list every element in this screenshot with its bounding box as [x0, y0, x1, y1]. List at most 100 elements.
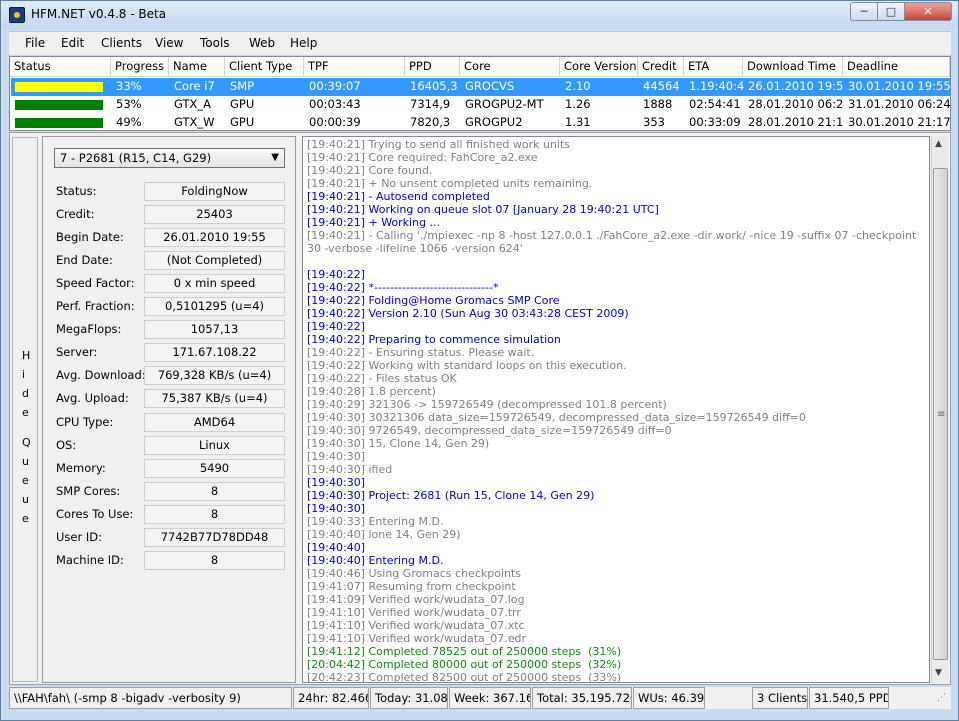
log-line: [19:40:30] 9726549, decompressed_data_si… — [307, 424, 672, 437]
column-header-credit[interactable]: Credit — [638, 57, 684, 77]
deadline-cell: 30.01.2010 21:17 — [848, 115, 951, 129]
core-version-cell: 2.10 — [565, 79, 591, 93]
log-line: [19:40:30] Project: 2681 (Run 15, Clone … — [307, 489, 595, 502]
hide-queue-letter: e — [22, 406, 29, 419]
megaflops-label: MegaFlops: — [56, 322, 122, 337]
table-row[interactable]: 33% Core i7 SMP 00:39:07 16405,3 GROCVS 2.10 44… — [11, 78, 951, 96]
log-line: [19:40:22] - Ensuring status. Please wai… — [307, 346, 535, 359]
window-title: HFM.NET v0.4.8 - Beta — [31, 7, 167, 21]
progress-cell: 53% — [116, 97, 142, 111]
hide-queue-letter: d — [22, 387, 29, 400]
hide-queue-letter: u — [22, 455, 29, 468]
log-line: [19:40:28] 1.8 percent) — [307, 385, 436, 398]
log-line: [19:40:21] - Calling './mpiexec -np 8 -h… — [307, 229, 920, 255]
core-cell: GROGPU2 — [465, 115, 523, 129]
menu-help[interactable]: Help — [290, 36, 317, 50]
title-bar[interactable]: HFM.NET v0.4.8 - Beta ─ □ ✕ — [1, 1, 958, 29]
hide-queue-letter: u — [22, 493, 29, 506]
client-type-cell: SMP — [230, 79, 255, 93]
log-viewer[interactable]: [19:40:21] Trying to send all finished w… — [302, 136, 930, 683]
queue-panel: 7 - P2681 (R15, C14, G29) ▼ Status: Foldi… — [42, 136, 296, 683]
avg-download-value: 769,328 KB/s (u=4) — [144, 366, 285, 386]
name-cell: Core i7 — [174, 79, 215, 93]
log-scrollbar[interactable]: ▲ ≡ ▼ — [931, 136, 948, 683]
status-cell — [11, 114, 112, 132]
end-date-label: End Date: — [56, 253, 113, 268]
column-header-core-version[interactable]: Core Version — [560, 57, 638, 77]
column-header-eta[interactable]: ETA — [684, 57, 743, 77]
menu-file[interactable]: File — [25, 36, 45, 50]
column-header-deadline[interactable]: Deadline — [843, 57, 950, 77]
column-header-ppd[interactable]: PPD — [405, 57, 460, 77]
menu-tools[interactable]: Tools — [200, 36, 230, 50]
machine-id-value: 8 — [144, 550, 285, 570]
hide-queue-letter: H — [22, 349, 31, 362]
log-line: [19:41:12] Completed 78525 out of 250000… — [307, 645, 622, 658]
column-header-name[interactable]: Name — [169, 57, 225, 77]
menu-edit[interactable]: Edit — [61, 36, 84, 50]
hide-queue-letter: e — [22, 512, 29, 525]
scroll-up-icon[interactable]: ▲ — [935, 139, 942, 149]
status-indicator — [15, 82, 103, 92]
log-line: [19:41:07] Resuming from checkpoint — [307, 580, 516, 593]
log-line: [20:04:42] Completed 80000 out of 250000… — [307, 658, 622, 671]
status-total: Total: 35.195.726 — [532, 687, 632, 709]
cores-to-use-value: 8 — [144, 504, 285, 524]
hide-queue-letter: i — [22, 368, 26, 381]
queue-entry-select[interactable]: 7 - P2681 (R15, C14, G29) ▼ — [54, 148, 285, 168]
table-row[interactable]: 53% GTX_A GPU 00:03:43 7314,9 GROGPU2-MT 1.26 1… — [11, 96, 951, 114]
ppd-cell: 7820,3 — [410, 115, 451, 129]
status-week: Week: 367.163 — [449, 687, 531, 709]
maximize-button[interactable]: □ — [877, 2, 905, 21]
end-date-value: (Not Completed) — [144, 251, 285, 271]
credit-value: 25403 — [144, 205, 285, 225]
scroll-down-icon[interactable]: ▼ — [935, 668, 942, 678]
speed-factor-value: 0 x min speed — [144, 274, 285, 294]
log-line: [19:40:22] *----------------------------… — [307, 281, 499, 294]
name-cell: GTX_W — [174, 115, 215, 129]
avg-upload-label: Avg. Upload: — [56, 391, 129, 406]
menu-view[interactable]: View — [155, 36, 183, 50]
menu-web[interactable]: Web — [249, 36, 275, 50]
machine-id-label: Machine ID: — [56, 552, 124, 567]
minimize-button[interactable]: ─ — [850, 2, 878, 21]
status-wus: WUs: 46.397 — [633, 687, 705, 709]
log-line: [19:40:30] — [307, 450, 365, 463]
menu-clients[interactable]: Clients — [101, 36, 142, 50]
log-line: [19:40:22] - Files status OK — [307, 372, 457, 385]
perf-fraction-value: 0,5101295 (u=4) — [144, 297, 285, 317]
megaflops-value: 1057,13 — [144, 320, 285, 340]
credit-cell: 1888 — [643, 97, 673, 111]
close-button[interactable]: ✕ — [904, 2, 952, 21]
hide-queue-letter: Q — [22, 436, 31, 449]
log-line: [19:40:30] ified — [307, 463, 393, 476]
cores-to-use-label: Cores To Use: — [56, 506, 134, 521]
column-header-status[interactable]: Status — [10, 57, 111, 77]
log-line: [19:40:22] Folding@Home Gromacs SMP Core — [307, 294, 560, 307]
progress-cell: 33% — [116, 79, 142, 93]
log-line: [19:40:22] Preparing to commence simulat… — [307, 333, 561, 346]
memory-value: 5490 — [144, 458, 285, 478]
details-pane: HideQueue 7 - P2681 (R15, C14, G29) ▼ St… — [9, 132, 951, 685]
log-line: [19:40:21] + Working ... — [307, 216, 441, 229]
avg-download-label: Avg. Download: — [56, 368, 146, 383]
column-header-client-type[interactable]: Client Type — [225, 57, 304, 77]
smp-cores-value: 8 — [144, 481, 285, 501]
core-version-cell: 1.31 — [565, 115, 591, 129]
log-line: [19:40:46] Using Gromacs checkpoints — [307, 567, 522, 580]
log-line: [19:40:21] Trying to send all finished w… — [307, 138, 571, 151]
dropdown-arrow-icon: ▼ — [271, 152, 279, 163]
column-header-progress[interactable]: Progress — [111, 57, 169, 77]
log-line: [19:41:10] Verified work/wudata_07.xtc — [307, 619, 525, 632]
column-header-download-time[interactable]: Download Time — [743, 57, 843, 77]
resize-grip-icon[interactable]: ⋰ — [937, 693, 951, 707]
grip-icon: ≡ — [937, 409, 946, 420]
name-cell: GTX_A — [174, 97, 212, 111]
ppd-cell: 16405,3 — [410, 79, 458, 93]
column-header-tpf[interactable]: TPF — [304, 57, 405, 77]
hide-queue-button[interactable]: HideQueue — [12, 137, 38, 682]
table-row[interactable]: 49% GTX_W GPU 00:00:39 7820,3 GROGPU2 1.31 353 0… — [11, 114, 951, 132]
column-header-core[interactable]: Core — [460, 57, 560, 77]
scrollbar-thumb[interactable]: ≡ — [933, 168, 948, 660]
download-time-cell: 28.01.2010 06:24 — [748, 97, 844, 111]
